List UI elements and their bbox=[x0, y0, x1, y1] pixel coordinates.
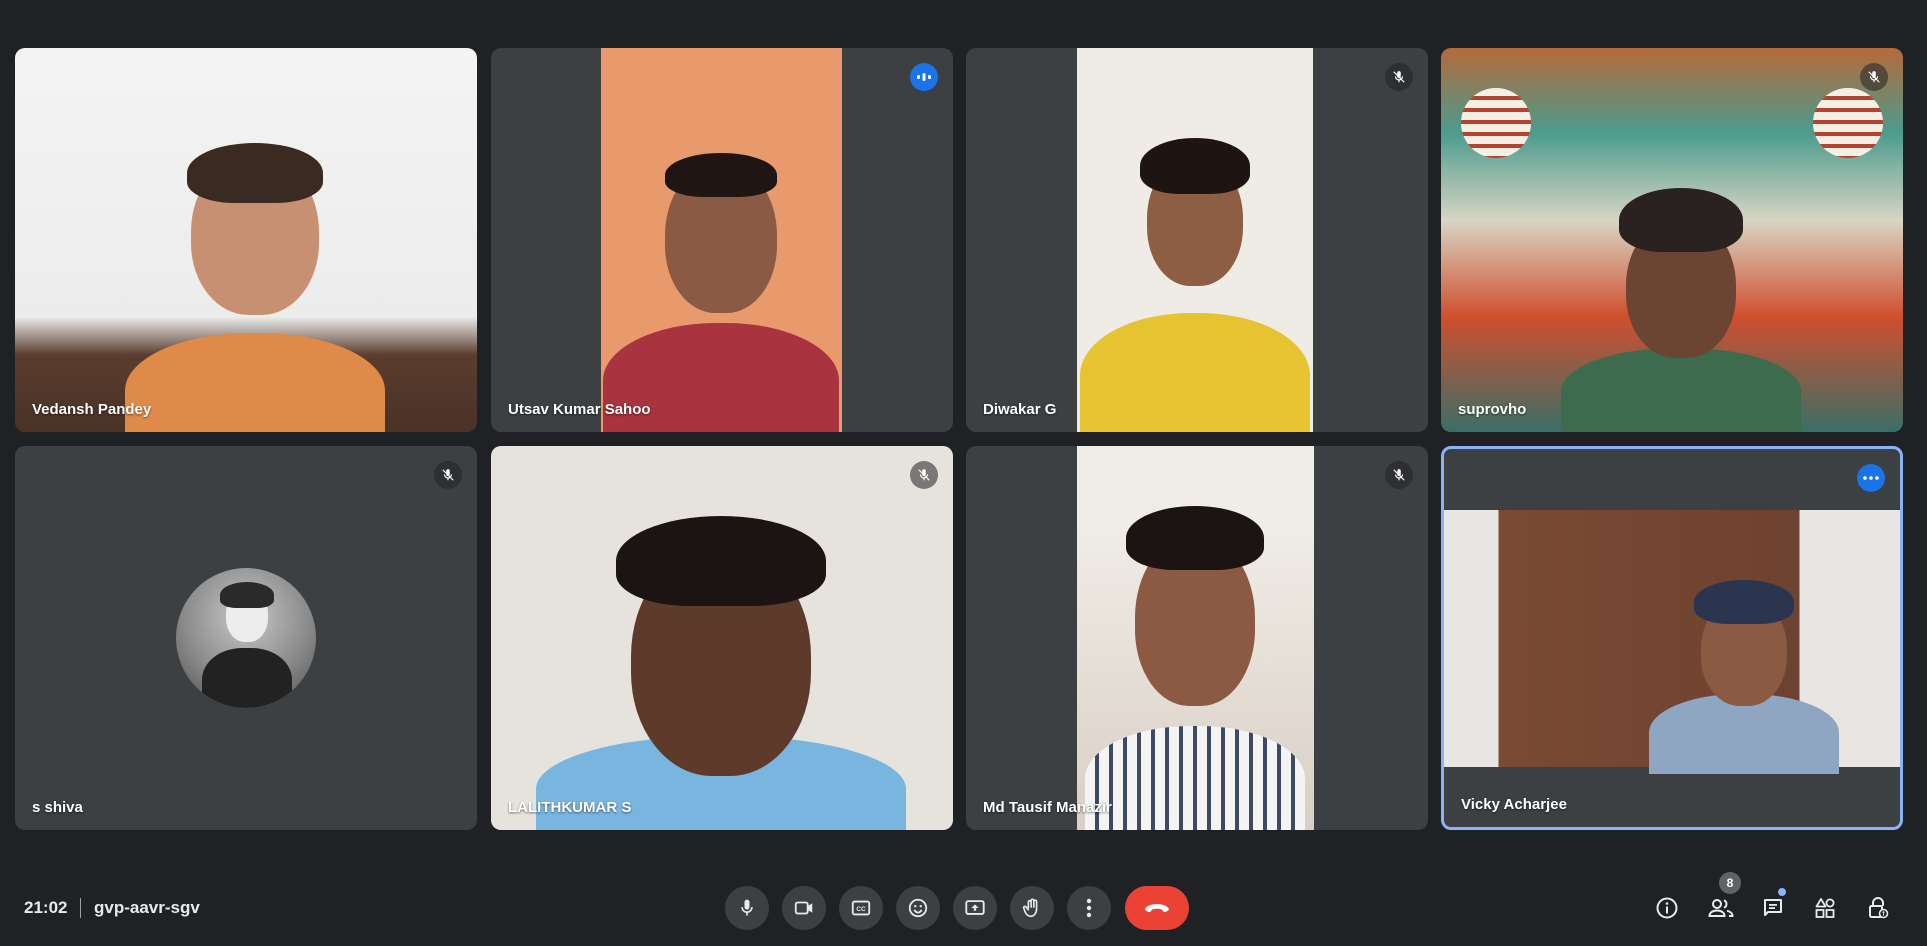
video-feed bbox=[1444, 510, 1900, 774]
more-options-icon[interactable] bbox=[1857, 464, 1885, 492]
speaking-indicator-icon bbox=[910, 63, 938, 91]
present-icon bbox=[965, 900, 985, 915]
host-controls-button[interactable] bbox=[1858, 888, 1898, 928]
mic-icon bbox=[741, 899, 753, 916]
person-figure bbox=[1080, 138, 1310, 432]
person-figure bbox=[105, 143, 405, 432]
participant-tile-vicky[interactable]: Vicky Acharjee bbox=[1441, 446, 1903, 830]
avatar bbox=[176, 568, 316, 708]
mic-off-icon bbox=[1860, 63, 1888, 91]
end-call-icon bbox=[1145, 904, 1169, 913]
present-button[interactable] bbox=[953, 886, 997, 930]
captions-icon: CC bbox=[851, 900, 871, 916]
person-figure bbox=[601, 153, 841, 432]
chat-icon bbox=[1764, 899, 1782, 916]
chat-notification-dot bbox=[1778, 888, 1786, 896]
video-feed bbox=[491, 446, 953, 830]
more-vert-icon bbox=[1086, 898, 1092, 918]
person-figure bbox=[1551, 188, 1811, 432]
participant-name: Md Tausif Manazir bbox=[983, 799, 1112, 816]
participant-name: Utsav Kumar Sahoo bbox=[508, 401, 651, 418]
meeting-code: gvp-aavr-sgv bbox=[94, 898, 200, 917]
participant-name: suprovho bbox=[1458, 401, 1527, 418]
participant-tile-utsav[interactable]: Utsav Kumar Sahoo bbox=[491, 48, 953, 432]
participant-tile-diwakar[interactable]: Diwakar G bbox=[966, 48, 1428, 432]
meet-stage: Vedansh Pandey Utsav Kumar Sahoo Diwakar… bbox=[0, 0, 1927, 946]
participant-tile-lalithkumar[interactable]: LALITHKUMAR S bbox=[491, 446, 953, 830]
mic-off-icon bbox=[1385, 461, 1413, 489]
video-feed bbox=[1077, 446, 1314, 830]
camera-icon bbox=[794, 901, 813, 915]
participant-tile-shiva[interactable]: s shiva bbox=[15, 446, 477, 830]
mic-off-icon bbox=[910, 461, 938, 489]
people-button[interactable] bbox=[1701, 888, 1741, 928]
participant-tile-vedansh[interactable]: Vedansh Pandey bbox=[15, 48, 477, 432]
participant-tile-suprovho[interactable]: suprovho bbox=[1441, 48, 1903, 432]
info-icon bbox=[1656, 897, 1678, 919]
microphone-button[interactable] bbox=[725, 886, 769, 930]
participant-tile-tausif[interactable]: Md Tausif Manazir bbox=[966, 446, 1428, 830]
mic-off-icon bbox=[434, 461, 462, 489]
participant-name: Vedansh Pandey bbox=[32, 401, 152, 418]
participant-name: Vicky Acharjee bbox=[1461, 796, 1567, 813]
divider bbox=[80, 898, 81, 918]
raise-hand-icon bbox=[1022, 898, 1038, 918]
participant-name: LALITHKUMAR S bbox=[508, 799, 632, 816]
control-bar: 21:02 gvp-aavr-sgv CC 8 bbox=[0, 870, 1927, 946]
chat-button[interactable] bbox=[1753, 888, 1793, 928]
meeting-clock: 21:02 bbox=[24, 898, 68, 917]
svg-text:CC: CC bbox=[856, 906, 866, 913]
meeting-details-button[interactable] bbox=[1647, 888, 1687, 928]
participant-name: s shiva bbox=[32, 799, 83, 816]
activities-button[interactable] bbox=[1805, 888, 1845, 928]
reactions-button[interactable] bbox=[896, 886, 940, 930]
person-figure bbox=[1080, 506, 1310, 830]
leave-call-button[interactable] bbox=[1125, 886, 1189, 930]
camera-button[interactable] bbox=[782, 886, 826, 930]
video-feed bbox=[15, 48, 477, 432]
person-figure bbox=[1644, 576, 1844, 774]
mic-off-icon bbox=[1385, 63, 1413, 91]
raise-hand-button[interactable] bbox=[1010, 886, 1054, 930]
emoji-icon bbox=[908, 898, 928, 918]
captions-button[interactable]: CC bbox=[839, 886, 883, 930]
activities-icon bbox=[1815, 898, 1835, 918]
video-feed bbox=[1441, 48, 1903, 432]
more-options-button[interactable] bbox=[1067, 886, 1111, 930]
person-figure bbox=[531, 506, 911, 830]
people-icon bbox=[1708, 899, 1734, 917]
video-feed bbox=[601, 48, 842, 432]
video-feed bbox=[1077, 48, 1313, 432]
host-controls-icon bbox=[1869, 897, 1889, 919]
participant-name: Diwakar G bbox=[983, 401, 1057, 418]
